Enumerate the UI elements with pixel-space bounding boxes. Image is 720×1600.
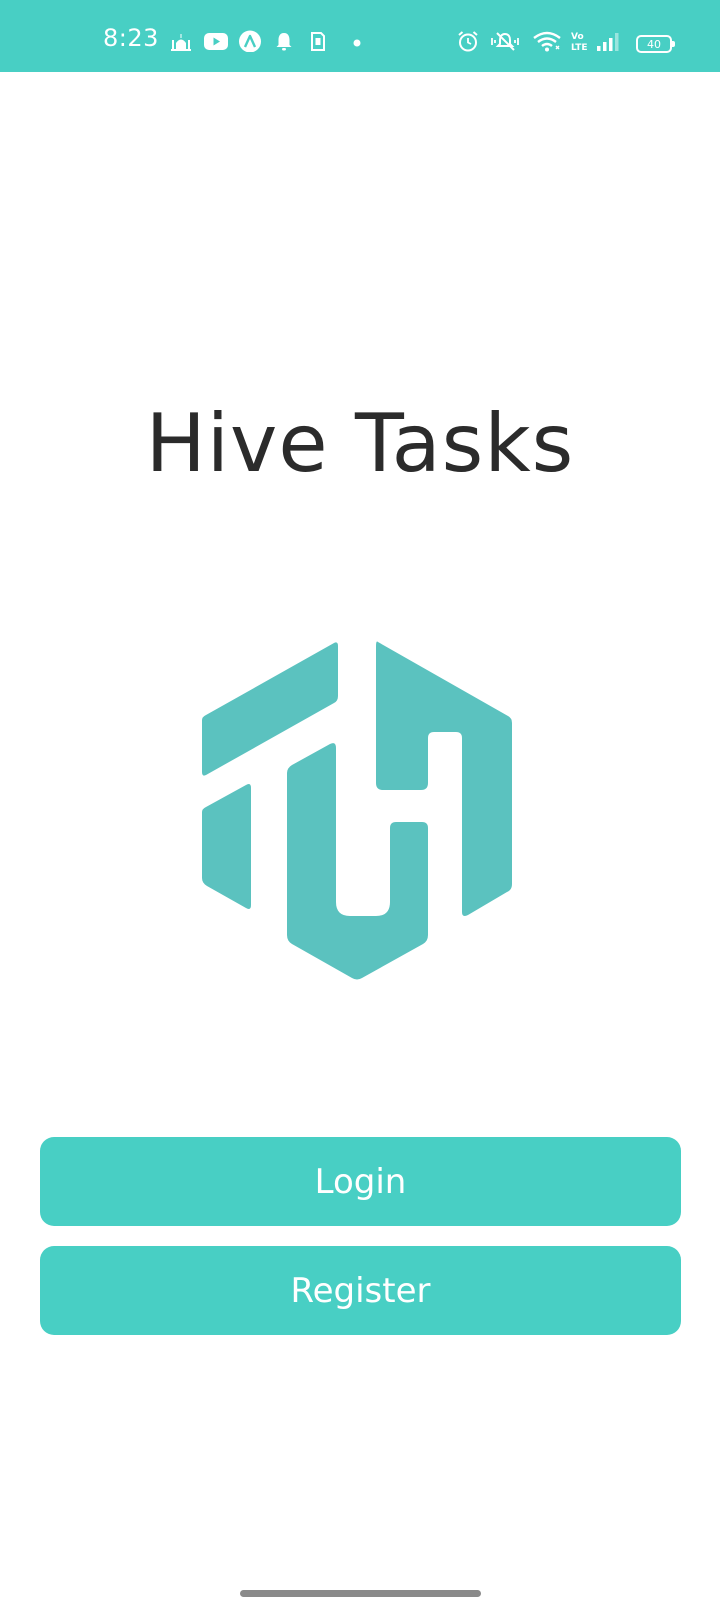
mosque-icon <box>171 34 191 51</box>
sim-card-icon <box>311 32 325 51</box>
register-button[interactable]: Register <box>40 1246 681 1335</box>
alarm-icon <box>458 31 478 52</box>
youtube-icon <box>204 33 228 50</box>
dot-icon <box>353 39 361 47</box>
wifi-icon <box>533 31 561 52</box>
home-indicator[interactable] <box>240 1590 481 1597</box>
svg-text:LTE: LTE <box>571 43 588 52</box>
volte-icon: Vo LTE <box>571 32 588 52</box>
svg-text:Vo: Vo <box>571 32 584 42</box>
welcome-screen: 8:23 Vo LTE 40 Hive Tasks Login Register <box>0 0 720 1600</box>
status-bar: 8:23 Vo LTE 40 <box>0 0 720 72</box>
battery-level: 40 <box>647 37 661 51</box>
signal-icon <box>597 33 619 51</box>
app-a-icon <box>239 30 261 52</box>
notification-bell-icon <box>276 33 292 51</box>
logo-segment-left <box>202 784 251 909</box>
vibrate-off-icon <box>491 32 519 51</box>
status-time: 8:23 <box>103 24 159 52</box>
app-title: Hive Tasks <box>145 397 575 490</box>
battery-icon: 40 <box>636 35 675 53</box>
login-button[interactable]: Login <box>40 1137 681 1226</box>
hive-tasks-logo <box>202 641 512 980</box>
